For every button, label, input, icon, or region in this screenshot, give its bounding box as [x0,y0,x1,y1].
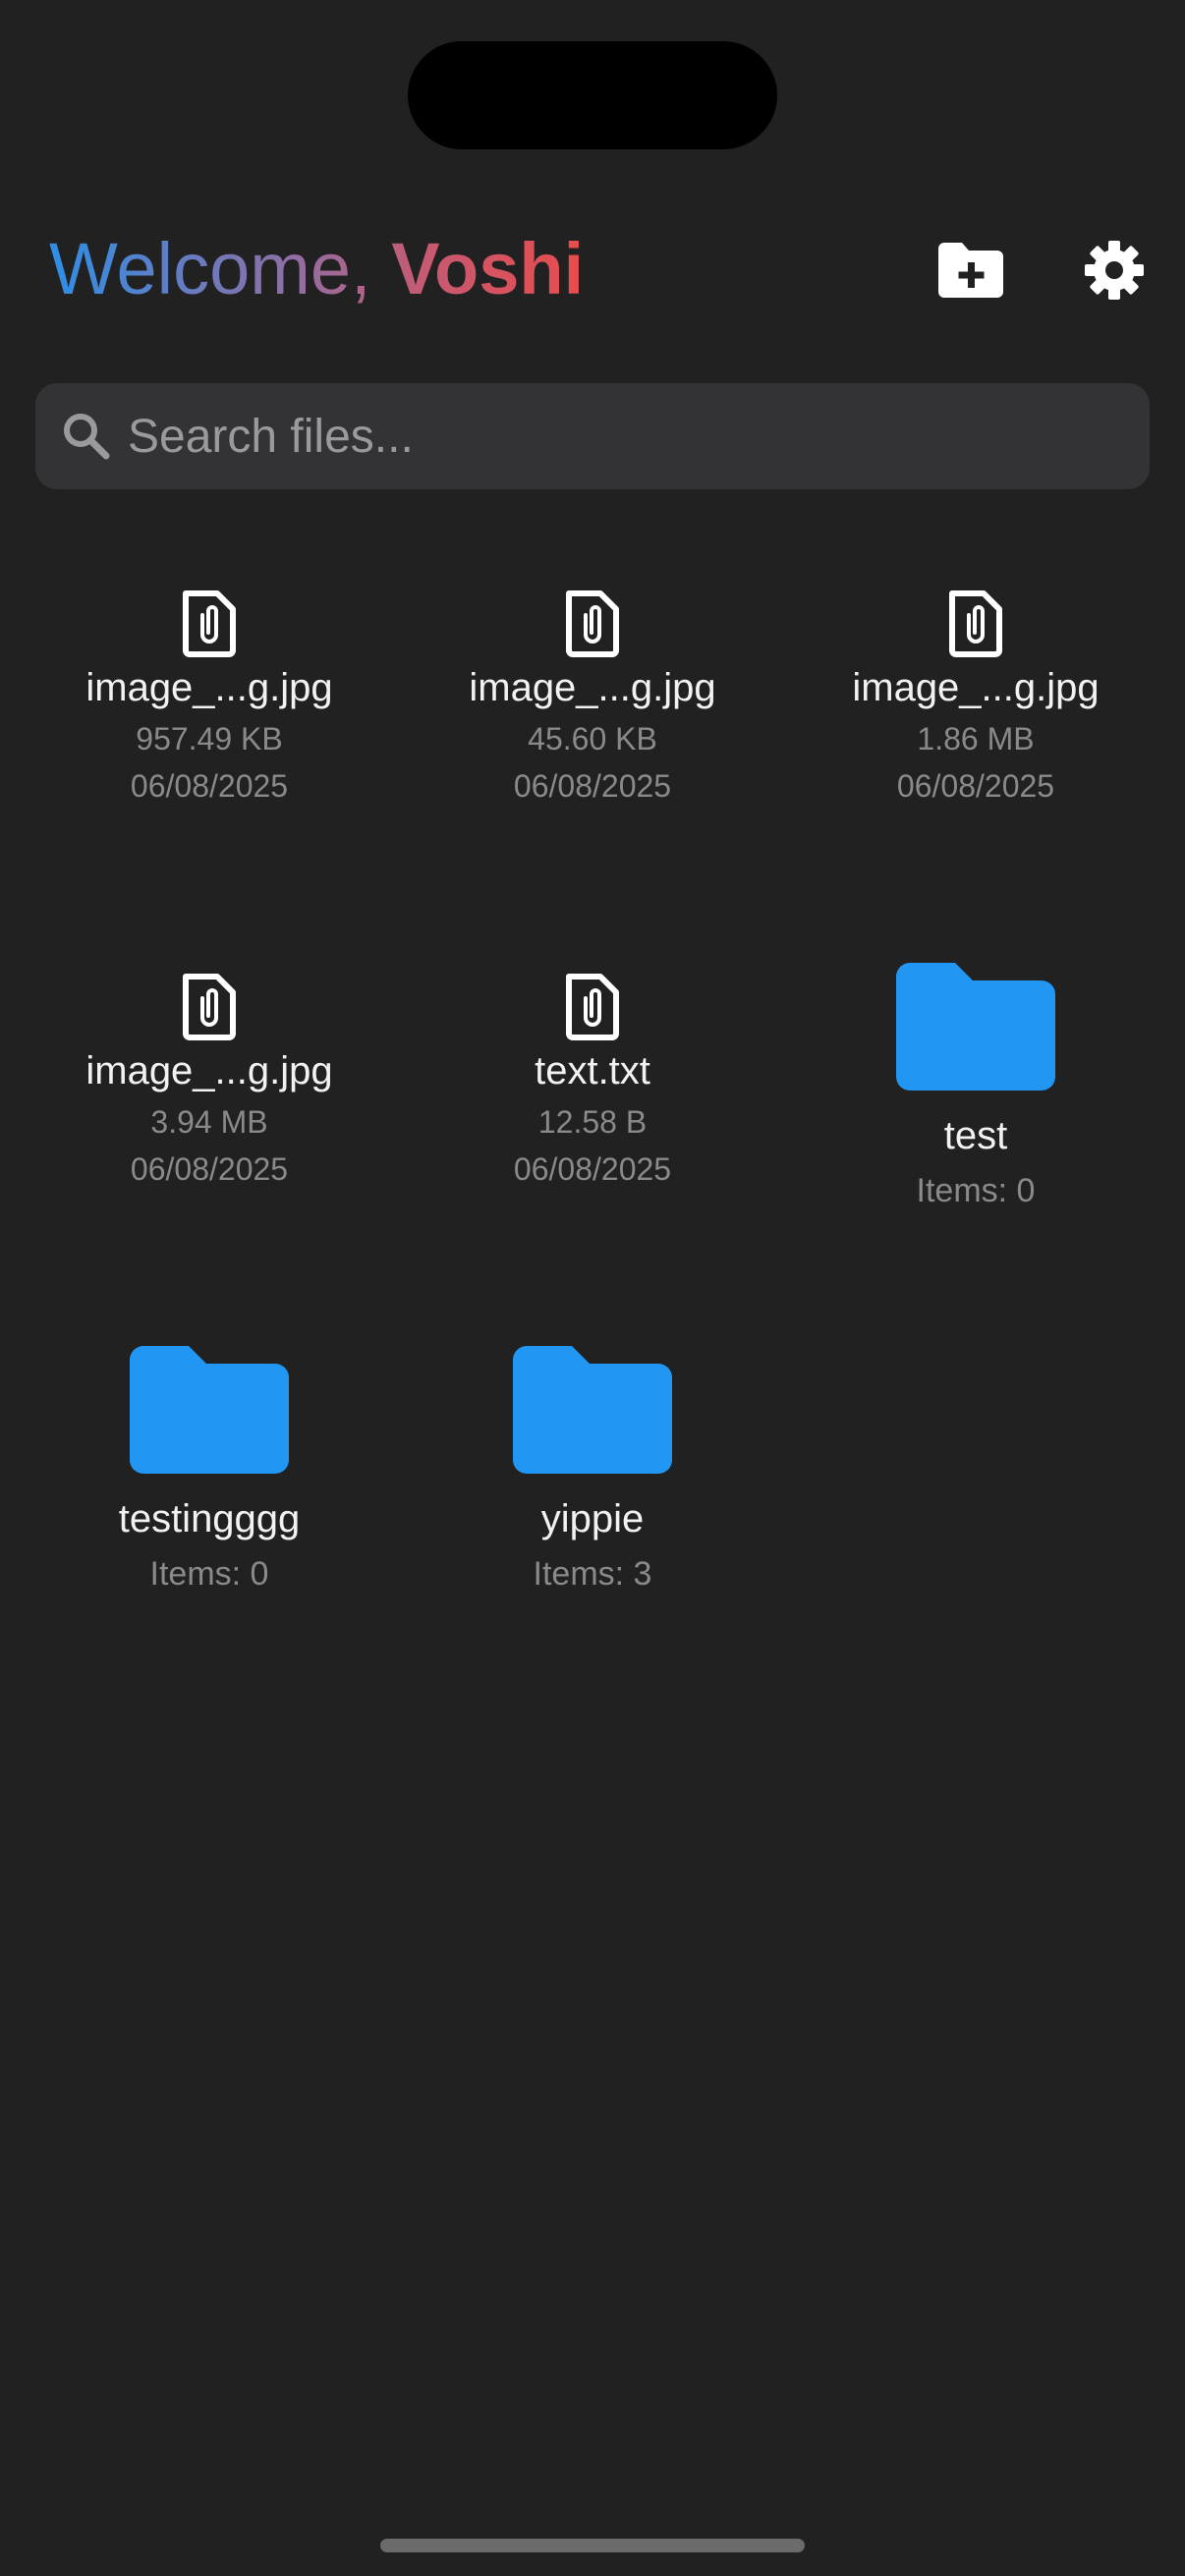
attachment-file-icon [949,590,1002,657]
attachment-file-icon [183,974,236,1040]
attachment-file-icon [566,974,619,1040]
attachment-file-icon [183,590,236,657]
file-date: 06/08/2025 [513,1151,672,1187]
file-item[interactable]: image_...g.jpg 957.49 KB 06/08/2025 [18,589,401,845]
file-name: image_...g.jpg [852,666,1100,709]
file-size: 12.58 B [537,1104,648,1140]
attachment-file-icon [566,590,619,657]
file-size: 45.60 KB [528,721,657,756]
folder-icon [513,1346,672,1474]
home-indicator[interactable] [380,2539,805,2552]
file-name: image_...g.jpg [469,666,716,709]
file-date: 06/08/2025 [513,768,672,804]
file-item[interactable]: image_...g.jpg 1.86 MB 06/08/2025 [784,589,1167,845]
folder-item[interactable]: test Items: 0 [784,963,1167,1218]
file-size: 1.86 MB [917,721,1035,756]
file-item[interactable]: text.txt 12.58 B 06/08/2025 [401,973,784,1228]
file-size: 3.94 MB [150,1104,268,1140]
folder-name: testingggg [118,1497,301,1540]
folder-name: yippie [540,1497,645,1540]
file-date: 06/08/2025 [896,768,1055,804]
folder-item-count: Items: 0 [916,1172,1036,1209]
file-date: 06/08/2025 [130,1151,289,1187]
file-name: text.txt [535,1049,650,1092]
file-grid: image_...g.jpg 957.49 KB 06/08/2025 imag… [0,0,1185,1670]
file-date: 06/08/2025 [130,768,289,804]
file-item[interactable]: image_...g.jpg 45.60 KB 06/08/2025 [401,589,784,845]
file-size: 957.49 KB [136,721,283,756]
folder-item-count: Items: 3 [533,1555,652,1593]
folder-item[interactable]: testingggg Items: 0 [18,1346,401,1601]
folder-item[interactable]: yippie Items: 3 [401,1346,784,1601]
file-name: image_...g.jpg [85,1049,333,1092]
file-name: image_...g.jpg [85,666,333,709]
folder-icon [130,1346,289,1474]
file-item[interactable]: image_...g.jpg 3.94 MB 06/08/2025 [18,973,401,1228]
folder-icon [896,963,1055,1091]
folder-name: test [943,1114,1008,1157]
folder-item-count: Items: 0 [149,1555,269,1593]
